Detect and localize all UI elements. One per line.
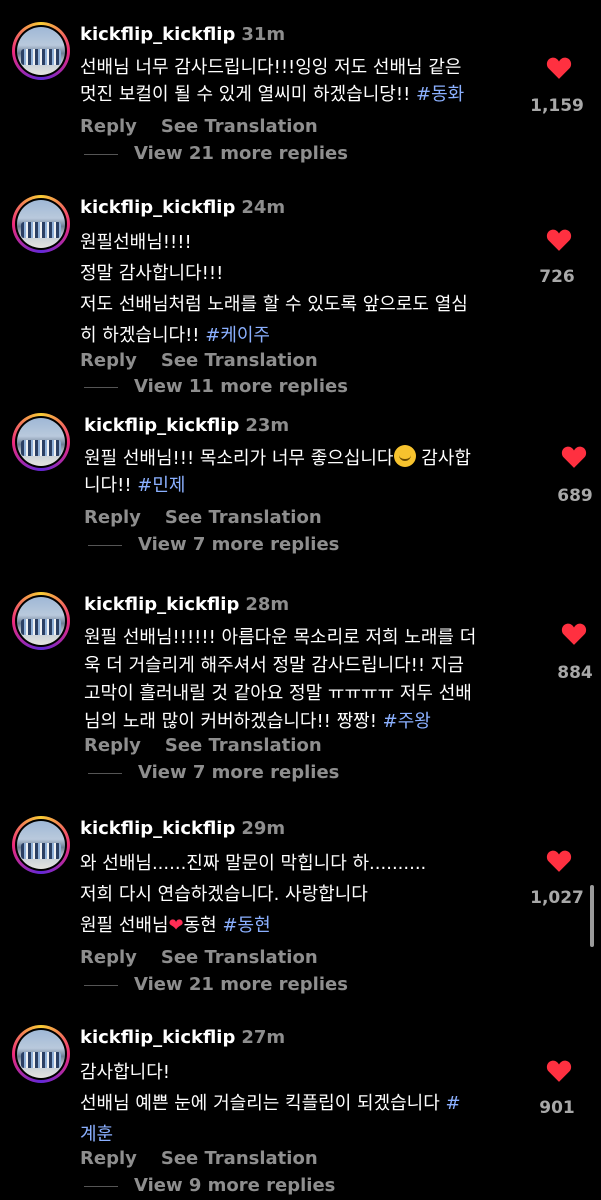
see-translation-button[interactable]: See Translation [161,947,318,968]
like-count: 884 [557,663,593,683]
comment-text: 와 선배님......진짜 말문이 막힙니다 하.......... 저희 다시… [80,853,427,936]
hashtag-link[interactable]: #케이주 [205,325,270,346]
view-replies-button[interactable]: View 7 more replies [88,762,339,783]
red-heart-emoji-icon: ❤ [168,915,184,936]
scrollbar[interactable] [590,885,594,947]
hashtag-link[interactable]: #동현 [222,915,270,936]
hashtag-link[interactable]: 계훈 [80,1124,113,1145]
avatar[interactable] [12,22,70,80]
comment-text: 원필 선배님!!! 목소리가 너무 좋으십니다 감사합 니다!! #민제 [84,445,524,499]
like-count: 726 [539,267,575,287]
reply-button[interactable]: Reply [84,507,141,528]
like-count: 901 [539,1098,575,1118]
avatar[interactable] [12,195,70,253]
view-replies-button[interactable]: View 9 more replies [84,1175,335,1196]
reply-button[interactable]: Reply [84,735,141,756]
view-replies-button[interactable]: View 21 more replies [84,143,348,164]
timestamp: 27m [241,1027,286,1048]
reply-button[interactable]: Reply [80,350,137,371]
see-translation-button[interactable]: See Translation [165,735,322,756]
timestamp: 29m [241,818,286,839]
comment-text: 감사합니다! 선배님 예쁜 눈에 거슬리는 킥플립이 되겠습니다 # 계훈 [80,1062,461,1145]
username[interactable]: kickflip_kickflip [84,594,239,615]
heart-icon[interactable] [546,56,572,80]
divider [88,544,122,546]
heart-icon[interactable] [561,622,587,646]
timestamp: 28m [245,594,290,615]
reply-button[interactable]: Reply [80,116,137,137]
username[interactable]: kickflip_kickflip [84,415,239,436]
username[interactable]: kickflip_kickflip [80,1027,235,1048]
username[interactable]: kickflip_kickflip [80,818,235,839]
see-translation-button[interactable]: See Translation [161,350,318,371]
heart-icon[interactable] [546,849,572,873]
like-count: 1,159 [530,96,584,116]
comment-text: 원필 선배님!!!!!! 아름다운 목소리로 저희 노래를 더 욱 더 거슬리게… [84,627,477,732]
reply-button[interactable]: Reply [80,947,137,968]
divider [84,1185,118,1187]
see-translation-button[interactable]: See Translation [161,116,318,137]
see-translation-button[interactable]: See Translation [161,1148,318,1169]
avatar[interactable] [12,413,70,471]
heart-icon[interactable] [546,228,572,252]
avatar[interactable] [12,592,70,650]
pleading-face-emoji-icon [393,445,416,467]
timestamp: 24m [241,197,286,218]
reply-button[interactable]: Reply [80,1148,137,1169]
username[interactable]: kickflip_kickflip [80,197,235,218]
see-translation-button[interactable]: See Translation [165,507,322,528]
heart-icon[interactable] [561,445,587,469]
like-count: 689 [557,486,593,506]
hashtag-link[interactable]: #주왕 [383,711,431,732]
view-replies-button[interactable]: View 11 more replies [84,376,348,397]
hashtag-link[interactable]: #동화 [416,84,464,105]
divider [84,984,118,986]
timestamp: 23m [245,415,290,436]
hashtag-link[interactable]: #민제 [137,475,185,496]
view-replies-button[interactable]: View 7 more replies [88,534,339,555]
comment-text: 선배님 너무 감사드립니다!!!잉잉 저도 선배님 같은 멋진 보컬이 될 수 … [80,57,465,105]
heart-icon[interactable] [546,1059,572,1083]
view-replies-button[interactable]: View 21 more replies [84,974,348,995]
divider [84,386,118,388]
avatar[interactable] [12,816,70,874]
divider [84,153,118,155]
avatar[interactable] [12,1025,70,1083]
timestamp: 31m [241,24,286,45]
hashtag-link[interactable]: # [446,1093,461,1114]
comment-text: 원필선배님!!!! 정말 감사합니다!!! 저도 선배님처럼 노래를 할 수 있… [80,232,468,346]
like-count: 1,027 [530,888,584,908]
username[interactable]: kickflip_kickflip [80,24,235,45]
divider [88,772,122,774]
